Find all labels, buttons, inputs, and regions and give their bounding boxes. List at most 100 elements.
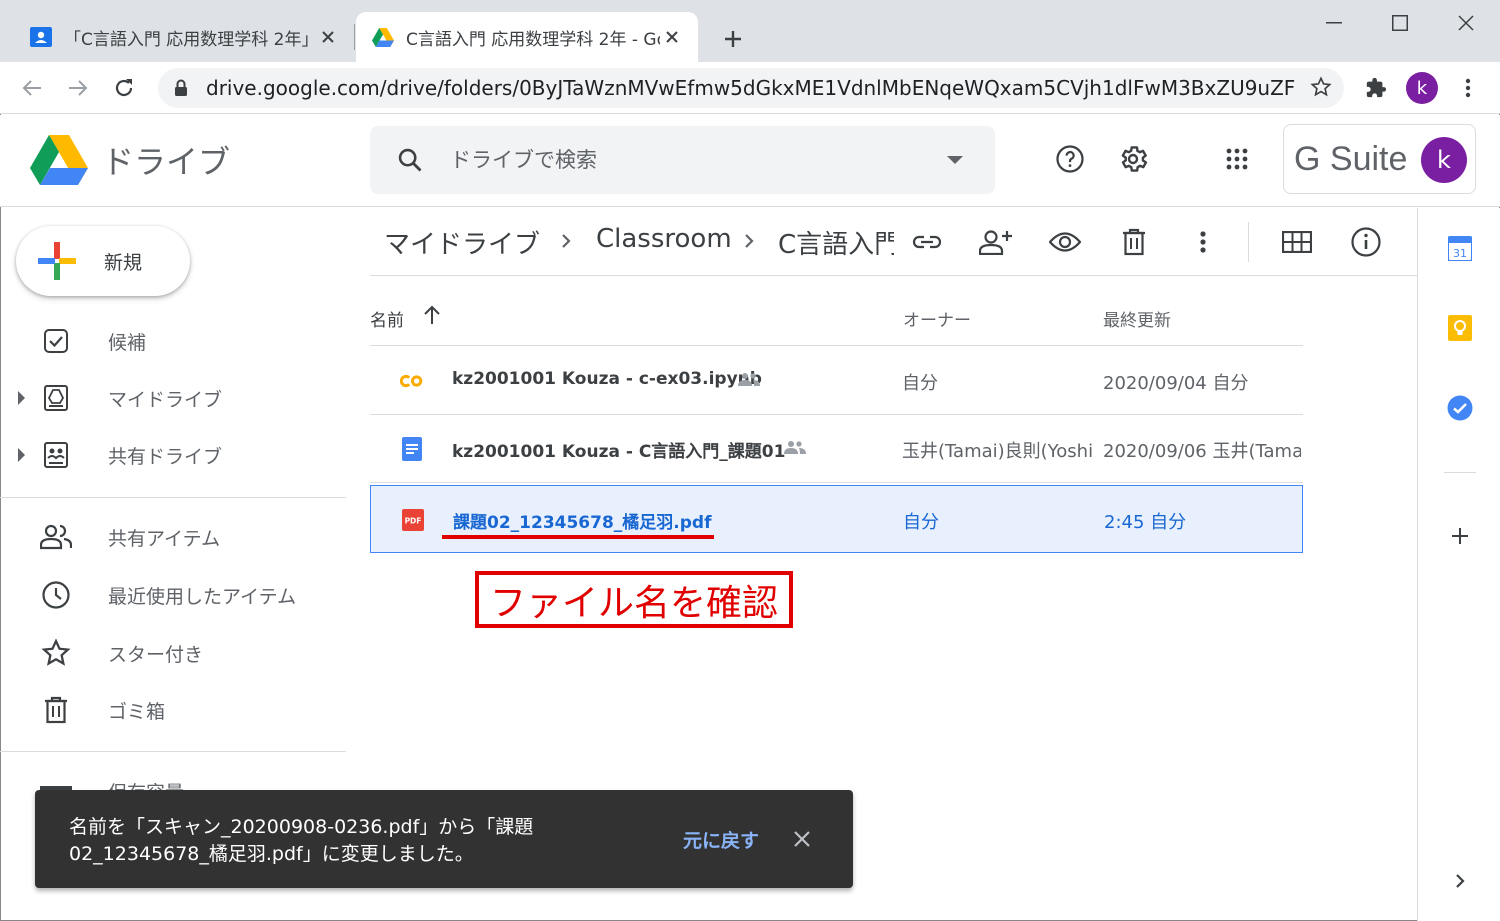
plus-icon: [1452, 528, 1468, 544]
sidebar-item-starred[interactable]: スター付き: [0, 628, 346, 678]
show-side-panel-button[interactable]: [1442, 863, 1478, 899]
search-options-caret-icon[interactable]: [947, 156, 963, 164]
file-owner: 自分: [902, 373, 938, 394]
keep-addon-button[interactable]: [1442, 310, 1478, 346]
tasks-icon: [1447, 395, 1473, 421]
snackbar-message: 名前を「スキャン_20200908-0236.pdf」から「課題 02_1234…: [69, 814, 629, 868]
sort-arrow-up-icon[interactable]: [422, 304, 442, 331]
close-window-button[interactable]: [1446, 6, 1486, 40]
sidebar-item-label: 共有アイテム: [108, 527, 221, 550]
column-header-name[interactable]: 名前: [370, 306, 404, 331]
settings-button[interactable]: [1113, 139, 1153, 179]
profile-button[interactable]: k: [1404, 70, 1440, 106]
sidebar-item-shared-drives[interactable]: 共有ドライブ: [0, 430, 346, 480]
priority-icon: [40, 325, 72, 357]
side-panel-divider: [1444, 472, 1476, 473]
minimize-button[interactable]: [1314, 6, 1354, 40]
table-row-selected[interactable]: PDF 課題02_12345678_橘足羽.pdf 自分 2:45 自分: [370, 485, 1303, 553]
address-bar[interactable]: drive.google.com/drive/folders/0ByJTaWzn…: [158, 68, 1344, 108]
file-modified: 2020/09/06 玉井(Tama: [1103, 441, 1301, 462]
sidebar-item-label: マイドライブ: [108, 388, 223, 411]
back-button[interactable]: [14, 70, 50, 106]
search-bar[interactable]: [370, 126, 995, 194]
drive-logo-icon[interactable]: [30, 135, 88, 185]
shared-with-me-icon: [40, 521, 72, 553]
pdf-file-icon: PDF: [401, 508, 425, 532]
star-icon: [40, 637, 72, 669]
lock-icon: [174, 79, 192, 97]
details-button[interactable]: [1346, 222, 1386, 262]
calendar-addon-button[interactable]: 31: [1442, 230, 1478, 266]
search-icon[interactable]: [396, 146, 424, 178]
get-addons-button[interactable]: [1442, 518, 1478, 554]
breadcrumb-item-my-drive[interactable]: マイドライブ: [384, 224, 540, 261]
drive-favicon-icon: [372, 26, 394, 48]
tab-separator: [354, 24, 355, 50]
sidebar-item-priority[interactable]: 候補: [0, 316, 346, 366]
browser-toolbar: drive.google.com/drive/folders/0ByJTaWzn…: [0, 62, 1500, 114]
url-text: drive.google.com/drive/folders/0ByJTaWzn…: [206, 76, 1296, 100]
reload-button[interactable]: [106, 70, 142, 106]
table-row[interactable]: kz2001001 Kouza - C言語入門_課題01 玉井(Tamai)良則…: [370, 415, 1303, 483]
keep-icon: [1448, 315, 1472, 341]
expand-arrow-icon[interactable]: [18, 448, 25, 462]
column-header-owner[interactable]: オーナー: [903, 306, 971, 331]
grid-view-icon: [1282, 231, 1312, 253]
column-header-modified[interactable]: 最終更新: [1103, 306, 1171, 331]
snackbar-rename-notification: 名前を「スキャン_20200908-0236.pdf」から「課題 02_1234…: [35, 790, 853, 888]
apps-button[interactable]: [1217, 139, 1257, 179]
file-modified: 2020/09/04 自分: [1103, 373, 1249, 394]
google-doc-icon: [400, 437, 424, 461]
undo-button[interactable]: 元に戻す: [683, 826, 759, 853]
forward-button[interactable]: [60, 70, 96, 106]
tab-close-icon[interactable]: [316, 25, 340, 49]
sidebar-item-shared-with-me[interactable]: 共有アイテム: [0, 512, 346, 562]
file-owner: 玉井(Tamai)良則(Yoshi: [902, 441, 1094, 462]
share-button[interactable]: [976, 222, 1016, 262]
svg-text:31: 31: [1453, 247, 1467, 260]
get-link-button[interactable]: [907, 222, 947, 262]
account-avatar: k: [1421, 137, 1467, 183]
colab-file-icon: [400, 369, 424, 393]
browser-menu-button[interactable]: [1450, 70, 1486, 106]
bookmark-star-icon[interactable]: [1310, 76, 1332, 102]
remove-button[interactable]: [1114, 222, 1154, 262]
close-icon[interactable]: [789, 826, 815, 852]
tab-close-icon[interactable]: [660, 25, 684, 49]
table-row[interactable]: kz2001001 Kouza - c-ex03.ipynb 自分 2020/0…: [370, 347, 1303, 415]
forward-arrow-icon: [69, 80, 88, 96]
grid-view-button[interactable]: [1277, 222, 1317, 262]
more-actions-button[interactable]: [1183, 222, 1223, 262]
plus-icon: [725, 31, 741, 47]
help-button[interactable]: [1050, 139, 1090, 179]
maximize-button[interactable]: [1380, 6, 1420, 40]
search-input[interactable]: [450, 140, 930, 180]
eye-icon: [1049, 232, 1081, 252]
sidebar-divider: [0, 497, 346, 498]
breadcrumb-item-classroom[interactable]: Classroom: [596, 224, 732, 254]
sidebar-item-trash[interactable]: ゴミ箱: [0, 685, 346, 735]
preview-button[interactable]: [1045, 222, 1085, 262]
chevron-right-icon: [560, 232, 572, 254]
expand-arrow-icon[interactable]: [18, 391, 25, 405]
snackbar-message-line: 02_12345678_橘足羽.pdf」に変更しました。: [69, 843, 474, 865]
breadcrumb-item-current-folder[interactable]: C言語入門: [778, 224, 894, 261]
close-icon: [1458, 15, 1474, 31]
new-tab-button[interactable]: [716, 22, 750, 56]
tab-classroom[interactable]: 「C言語入門 応用数理学科 2年」の: [14, 12, 354, 62]
link-icon: [912, 235, 942, 249]
trash-icon: [40, 694, 72, 726]
sidebar-item-recent[interactable]: 最近使用したアイテム: [0, 570, 346, 620]
extensions-button[interactable]: [1358, 70, 1394, 106]
new-button[interactable]: 新規: [16, 226, 190, 296]
reload-icon: [115, 79, 133, 97]
gsuite-account-button[interactable]: G Suite k: [1283, 124, 1476, 194]
puzzle-icon: [1366, 77, 1387, 98]
file-owner: 自分: [903, 512, 939, 533]
tab-drive[interactable]: C言語入門 応用数理学科 2年 - Go: [356, 12, 698, 62]
gsuite-logo: G Suite: [1294, 139, 1408, 178]
tasks-addon-button[interactable]: [1442, 390, 1478, 426]
gear-icon: [1121, 146, 1148, 172]
sidebar-item-my-drive[interactable]: マイドライブ: [0, 373, 346, 423]
tab-title: 「C言語入門 応用数理学科 2年」の: [64, 29, 316, 50]
